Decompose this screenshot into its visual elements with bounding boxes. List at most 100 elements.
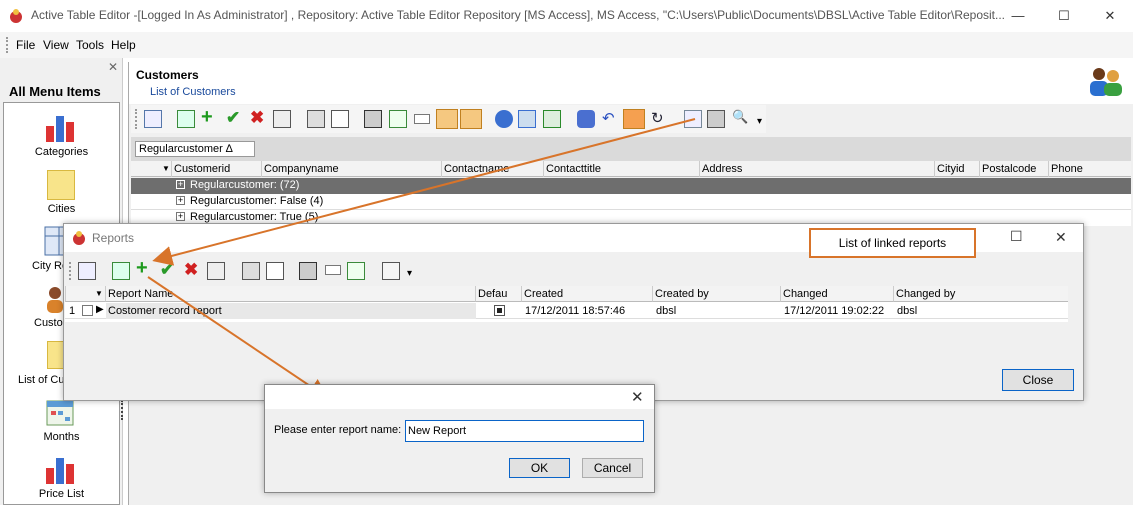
group-row-label: Regularcustomer: (72) [190, 179, 300, 191]
reload-icon[interactable]: ↻ [651, 109, 664, 127]
maximize-button[interactable]: ☐ [1010, 228, 1023, 245]
group-row-label: Regularcustomer: False (4) [190, 195, 324, 207]
excel-icon[interactable] [543, 110, 561, 128]
save-icon[interactable]: ✔ [226, 108, 240, 128]
bar-chart-icon [46, 458, 74, 484]
report-properties-icon[interactable] [78, 262, 96, 280]
report-name-cell[interactable]: Costomer record report [106, 303, 222, 319]
callout-label: List of linked reports [809, 228, 976, 258]
database-icon[interactable] [495, 110, 513, 128]
dialog-title-bar [265, 385, 654, 409]
report-icon[interactable] [518, 110, 536, 128]
copy-icon[interactable] [207, 262, 225, 280]
windows-icon[interactable] [144, 110, 162, 128]
zoom-icon[interactable]: 🔍 [732, 109, 748, 125]
print-icon[interactable] [242, 262, 260, 280]
col-default[interactable]: Defau [475, 286, 521, 302]
undo-icon[interactable]: ↶ [602, 109, 615, 127]
toolbar-overflow-icon[interactable]: ▾ [407, 268, 412, 279]
find-icon[interactable] [364, 110, 382, 128]
col-contactname[interactable]: Contactname [441, 161, 543, 177]
print-preview-icon[interactable] [266, 262, 284, 280]
col-postalcode[interactable]: Postalcode [979, 161, 1048, 177]
expand-icon[interactable]: + [176, 196, 185, 205]
col-created[interactable]: Created [521, 286, 652, 302]
current-row-icon: ▶ [96, 304, 104, 315]
input-field-icon[interactable] [325, 265, 341, 275]
toolbar-overflow-icon[interactable]: ▾ [757, 116, 762, 127]
save-icon[interactable]: ✔ [160, 260, 174, 280]
minimize-button[interactable]: — [995, 0, 1041, 32]
columns-icon[interactable] [382, 262, 400, 280]
nav-item-customers[interactable]: Custo [34, 317, 63, 329]
calculator-icon[interactable] [684, 110, 702, 128]
row-number: 1 [69, 305, 76, 317]
columns-icon[interactable] [623, 109, 645, 129]
print-preview-icon[interactable] [331, 110, 349, 128]
input-field-icon[interactable] [414, 114, 430, 124]
ok-button[interactable]: OK [509, 458, 570, 478]
add-icon[interactable]: + [136, 257, 148, 280]
nav-item-months[interactable]: Months [3, 431, 120, 443]
col-address[interactable]: Address [699, 161, 934, 177]
delete-icon[interactable]: ✖ [184, 260, 198, 280]
delete-icon[interactable]: ✖ [250, 108, 264, 128]
printer-icon[interactable] [707, 110, 725, 128]
form-view-icon[interactable] [436, 109, 458, 129]
nav-item-cities[interactable]: Cities [3, 203, 120, 215]
window-title: Active Table Editor -[Logged In As Admin… [31, 8, 1006, 22]
nav-item-categories[interactable]: Categories [3, 146, 120, 158]
export-icon[interactable] [347, 262, 365, 280]
row-checkbox[interactable] [82, 305, 93, 316]
splitter-handle[interactable] [121, 400, 123, 420]
expand-icon[interactable]: + [176, 212, 185, 221]
print-icon[interactable] [307, 110, 325, 128]
col-created-by[interactable]: Created by [652, 286, 780, 302]
export-icon[interactable] [389, 110, 407, 128]
row-indicator-icon: ▼ [162, 164, 170, 173]
app-icon [73, 231, 85, 245]
panel-close-icon[interactable]: ✕ [108, 60, 118, 74]
add-icon[interactable]: + [201, 106, 213, 129]
cancel-button[interactable]: Cancel [582, 458, 643, 478]
nav-item-list-of-customers[interactable]: List of Cu [18, 374, 64, 386]
group-by-chip[interactable]: Regularcustomer ∆ [135, 141, 255, 157]
menu-file[interactable]: File [16, 38, 35, 52]
maximize-button[interactable]: ☐ [1041, 0, 1087, 32]
col-companyname[interactable]: Companyname [261, 161, 441, 177]
report-name-label: Please enter report name: [274, 424, 402, 436]
users-icon [1090, 68, 1122, 96]
note-icon [47, 170, 75, 200]
col-contacttitle[interactable]: Contacttitle [543, 161, 699, 177]
menu-bar [0, 32, 1133, 58]
menu-view[interactable]: View [43, 38, 69, 52]
expand-icon[interactable]: + [176, 180, 185, 189]
menu-help[interactable]: Help [111, 38, 136, 52]
refresh-icon[interactable] [177, 110, 195, 128]
database-save-icon[interactable] [577, 110, 595, 128]
copy-icon[interactable] [273, 110, 291, 128]
menu-tools[interactable]: Tools [76, 38, 104, 52]
find-icon[interactable] [299, 262, 317, 280]
refresh-icon[interactable] [112, 262, 130, 280]
col-changed-by[interactable]: Changed by [893, 286, 1068, 302]
left-panel-title: All Menu Items [9, 84, 101, 99]
col-phone[interactable]: Phone [1048, 161, 1131, 177]
bar-chart-icon [46, 116, 74, 142]
toolbar-grip [135, 109, 137, 129]
col-customerid[interactable]: Customerid [171, 161, 261, 177]
app-icon [10, 9, 22, 23]
nav-item-price-list[interactable]: Price List [3, 488, 120, 500]
form-header [129, 62, 1133, 104]
dialog-close-icon[interactable]: ✕ [631, 388, 644, 406]
default-checkbox[interactable] [494, 305, 505, 316]
close-button[interactable]: Close [1002, 369, 1074, 391]
close-button[interactable]: ✕ [1087, 0, 1133, 32]
close-button[interactable]: ✕ [1055, 229, 1067, 246]
col-report-name[interactable]: Report Name [105, 286, 475, 302]
col-cityid[interactable]: Cityid [934, 161, 979, 177]
col-changed[interactable]: Changed [780, 286, 893, 302]
changed-by-cell: dbsl [897, 305, 918, 317]
grid-view-icon[interactable] [460, 109, 482, 129]
report-name-input[interactable] [405, 420, 644, 442]
